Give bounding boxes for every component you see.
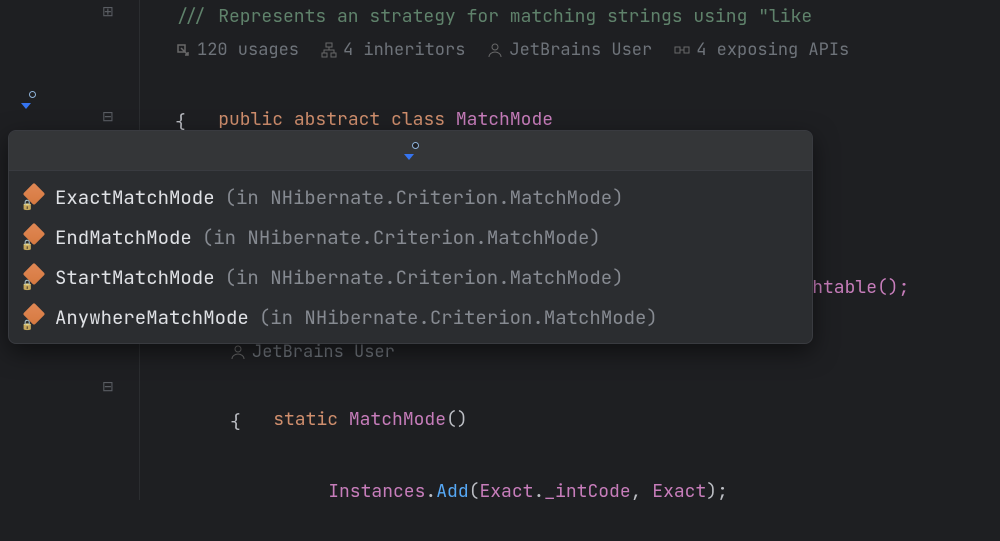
- popup-item[interactable]: ExactMatchMode (in NHibernate.Criterion.…: [9, 177, 812, 217]
- doc-comment-line: /// Represents an strategy for matching …: [175, 0, 812, 33]
- code-vision-row: 120 usages 4 inheritors JetBrains User 4…: [175, 33, 849, 66]
- type-name: MatchMode: [456, 108, 553, 131]
- class-icon: [23, 186, 45, 208]
- class-icon: [23, 306, 45, 328]
- popup-item[interactable]: EndMatchMode (in NHibernate.Criterion.Ma…: [9, 217, 812, 257]
- fold-plus-icon[interactable]: ⊞: [102, 3, 114, 21]
- usages-icon: [175, 42, 191, 58]
- popup-item-name: StartMatchMode: [55, 265, 215, 290]
- class-declaration-line: public abstract class MatchMode: [175, 70, 553, 103]
- inheritors-hint[interactable]: 4 inheritors: [321, 39, 465, 61]
- hierarchy-icon: [403, 143, 419, 159]
- popup-item-name: ExactMatchMode: [55, 185, 215, 210]
- exposing-apis-hint[interactable]: 4 exposing APIs: [674, 39, 849, 61]
- person-icon: [230, 344, 246, 360]
- static-ctor-line: static MatchMode(): [175, 370, 468, 403]
- class-icon: [23, 266, 45, 288]
- ctor-name: MatchMode: [349, 408, 446, 431]
- inheritors-icon: [321, 42, 337, 58]
- api-icon: [674, 42, 690, 58]
- popup-list: ExactMatchMode (in NHibernate.Criterion.…: [9, 171, 812, 343]
- popup-item-location: (in NHibernate.Criterion.MatchMode): [259, 305, 658, 330]
- popup-item[interactable]: AnywhereMatchMode (in NHibernate.Criteri…: [9, 297, 812, 337]
- inheritors-popup: ExactMatchMode (in NHibernate.Criterion.…: [8, 130, 813, 344]
- usages-hint[interactable]: 120 usages: [175, 39, 299, 61]
- fold-minus-icon[interactable]: ⊟: [102, 378, 114, 396]
- class-icon: [23, 226, 45, 248]
- keyword-abstract: abstract: [294, 108, 380, 131]
- popup-item[interactable]: StartMatchMode (in NHibernate.Criterion.…: [9, 257, 812, 297]
- person-icon: [487, 42, 503, 58]
- instances-add-line: Instances.Add(Exact._intCode, Exact);: [230, 442, 728, 475]
- popup-item-location: (in NHibernate.Criterion.MatchMode): [225, 185, 624, 210]
- gutter-inheritors-marker[interactable]: [20, 92, 36, 108]
- popup-item-location: (in NHibernate.Criterion.MatchMode): [225, 265, 624, 290]
- keyword-class: class: [391, 108, 445, 131]
- popup-header[interactable]: [9, 131, 812, 171]
- popup-item-name: AnywhereMatchMode: [55, 305, 249, 330]
- fold-minus-icon[interactable]: ⊟: [102, 108, 114, 126]
- keyword-static: static: [273, 408, 338, 431]
- popup-item-location: (in NHibernate.Criterion.MatchMode): [202, 225, 601, 250]
- keyword-public: public: [218, 108, 283, 131]
- ctor-open-brace: {: [175, 406, 241, 439]
- author-hint[interactable]: JetBrains User: [487, 39, 652, 61]
- popup-item-name: EndMatchMode: [55, 225, 192, 250]
